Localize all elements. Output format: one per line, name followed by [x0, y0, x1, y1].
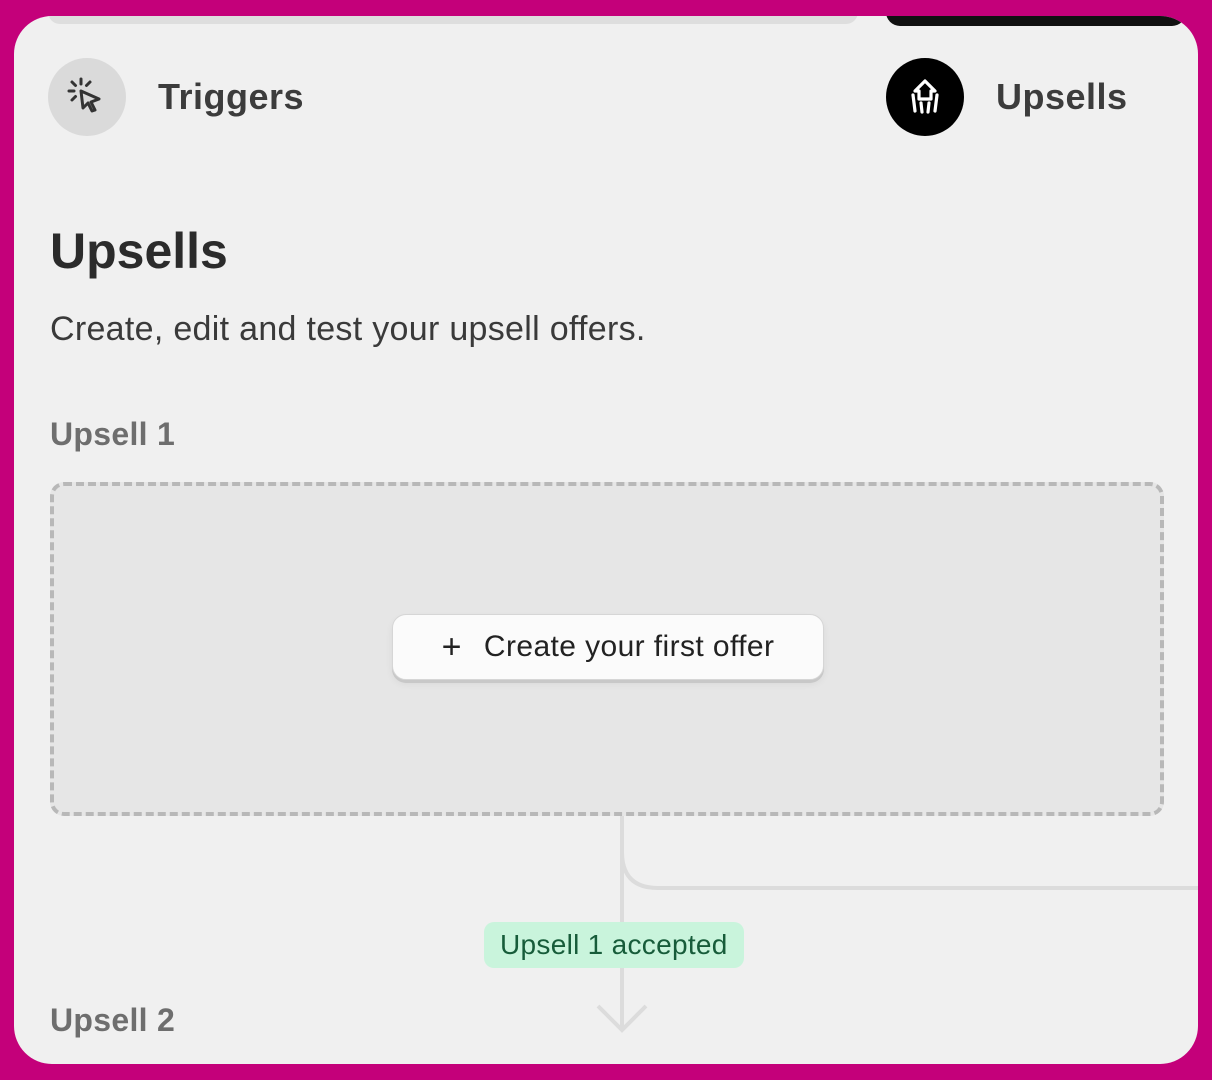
upsells-panel: Triggers Upsells Upsells Create, edit an…	[14, 16, 1198, 1064]
upsell-1-accepted-badge: Upsell 1 accepted	[484, 922, 744, 968]
upsell-2-label: Upsell 2	[50, 1002, 176, 1038]
flow-connector	[596, 816, 1198, 1033]
